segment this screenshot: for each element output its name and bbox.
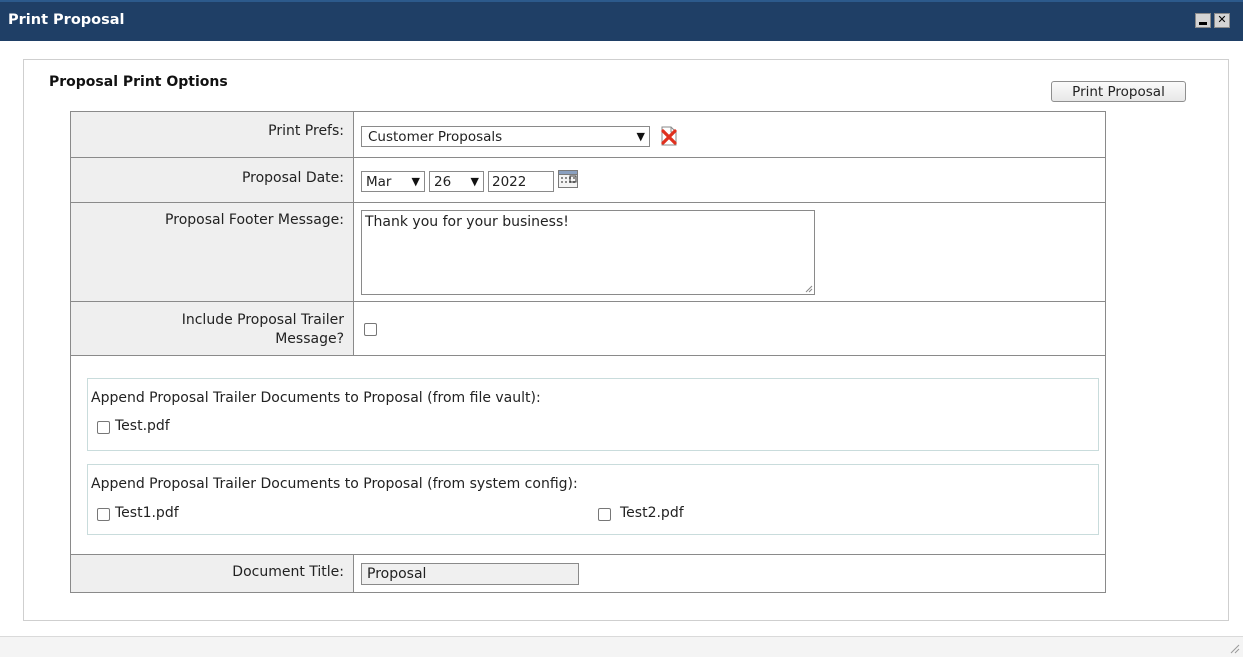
print-prefs-label-text: Print Prefs: xyxy=(268,123,344,139)
window-title: Print Proposal xyxy=(8,12,125,28)
include-trailer-row: Include Proposal Trailer Message? xyxy=(71,302,1105,356)
document-title-label: Document Title: xyxy=(71,555,354,592)
print-prefs-row: Print Prefs: Customer Proposals ▼ xyxy=(71,112,1105,158)
chevron-down-icon: ▼ xyxy=(470,175,479,188)
footer-message-row: Proposal Footer Message: Thank you for y… xyxy=(71,203,1105,302)
month-value: Mar xyxy=(366,174,392,190)
file-vault-group: Append Proposal Trailer Documents to Pro… xyxy=(87,378,1099,451)
test1-pdf-checkbox[interactable] xyxy=(97,508,110,521)
delete-icon[interactable] xyxy=(660,126,678,146)
day-value: 26 xyxy=(434,174,452,190)
footer-message-text: Thank you for your business! xyxy=(365,214,569,230)
print-prefs-selected: Customer Proposals xyxy=(368,129,503,145)
year-input[interactable]: 2022 xyxy=(488,171,554,192)
document-title-row: Document Title: Proposal xyxy=(71,555,1105,592)
include-trailer-label-text: Include Proposal Trailer Message? xyxy=(182,311,344,349)
proposal-date-row: Proposal Date: Mar ▼ 26 ▼ 2022 xyxy=(71,158,1105,203)
document-title-input[interactable]: Proposal xyxy=(361,563,579,585)
panel-title: Proposal Print Options xyxy=(49,74,228,90)
test-pdf-label: Test.pdf xyxy=(115,418,170,434)
resize-handle-icon[interactable] xyxy=(804,284,813,293)
document-title-value-cell: Proposal xyxy=(354,555,1105,592)
minimize-button[interactable] xyxy=(1195,13,1211,28)
test-pdf-checkbox[interactable] xyxy=(97,421,110,434)
footer-message-label: Proposal Footer Message: xyxy=(71,203,354,301)
chevron-down-icon: ▼ xyxy=(411,175,420,188)
include-trailer-label-line2: Message? xyxy=(275,331,344,347)
proposal-date-label-text: Proposal Date: xyxy=(241,170,344,186)
close-button[interactable]: ✕ xyxy=(1214,13,1230,28)
include-trailer-label-line1: Include Proposal Trailer xyxy=(181,312,344,328)
footer-message-textarea[interactable]: Thank you for your business! xyxy=(361,210,815,295)
footer-message-value-cell: Thank you for your business! xyxy=(354,203,1105,301)
day-select[interactable]: 26 ▼ xyxy=(429,171,484,192)
month-select[interactable]: Mar ▼ xyxy=(361,171,425,192)
status-bar xyxy=(0,636,1243,657)
print-prefs-label: Print Prefs: xyxy=(71,112,354,157)
include-trailer-label: Include Proposal Trailer Message? xyxy=(71,302,354,355)
print-options-form: Print Prefs: Customer Proposals ▼ Propos… xyxy=(70,111,1106,593)
print-proposal-button[interactable]: Print Proposal xyxy=(1051,81,1186,102)
footer-message-label-text: Proposal Footer Message: xyxy=(165,212,344,228)
document-title-label-text: Document Title: xyxy=(232,564,344,580)
test1-pdf-label: Test1.pdf xyxy=(115,505,179,521)
trailer-documents-row: Append Proposal Trailer Documents to Pro… xyxy=(71,356,1105,555)
include-trailer-checkbox[interactable] xyxy=(364,323,377,336)
year-value: 2022 xyxy=(492,174,527,190)
document-title-value: Proposal xyxy=(367,566,427,582)
print-prefs-select[interactable]: Customer Proposals ▼ xyxy=(361,126,650,147)
print-prefs-value-cell: Customer Proposals ▼ xyxy=(354,112,1105,157)
calendar-icon[interactable] xyxy=(558,170,578,188)
window-titlebar: Print Proposal ✕ xyxy=(0,0,1243,41)
test2-pdf-checkbox[interactable] xyxy=(598,508,611,521)
include-trailer-value-cell xyxy=(354,302,1105,355)
system-config-group: Append Proposal Trailer Documents to Pro… xyxy=(87,464,1099,535)
file-vault-heading: Append Proposal Trailer Documents to Pro… xyxy=(91,390,541,406)
proposal-date-label: Proposal Date: xyxy=(71,158,354,202)
chevron-down-icon: ▼ xyxy=(636,130,645,143)
proposal-date-value-cell: Mar ▼ 26 ▼ 2022 xyxy=(354,158,1105,202)
test2-pdf-label: Test2.pdf xyxy=(620,505,684,521)
window-resize-icon[interactable] xyxy=(1228,642,1240,654)
system-config-heading: Append Proposal Trailer Documents to Pro… xyxy=(91,476,578,492)
